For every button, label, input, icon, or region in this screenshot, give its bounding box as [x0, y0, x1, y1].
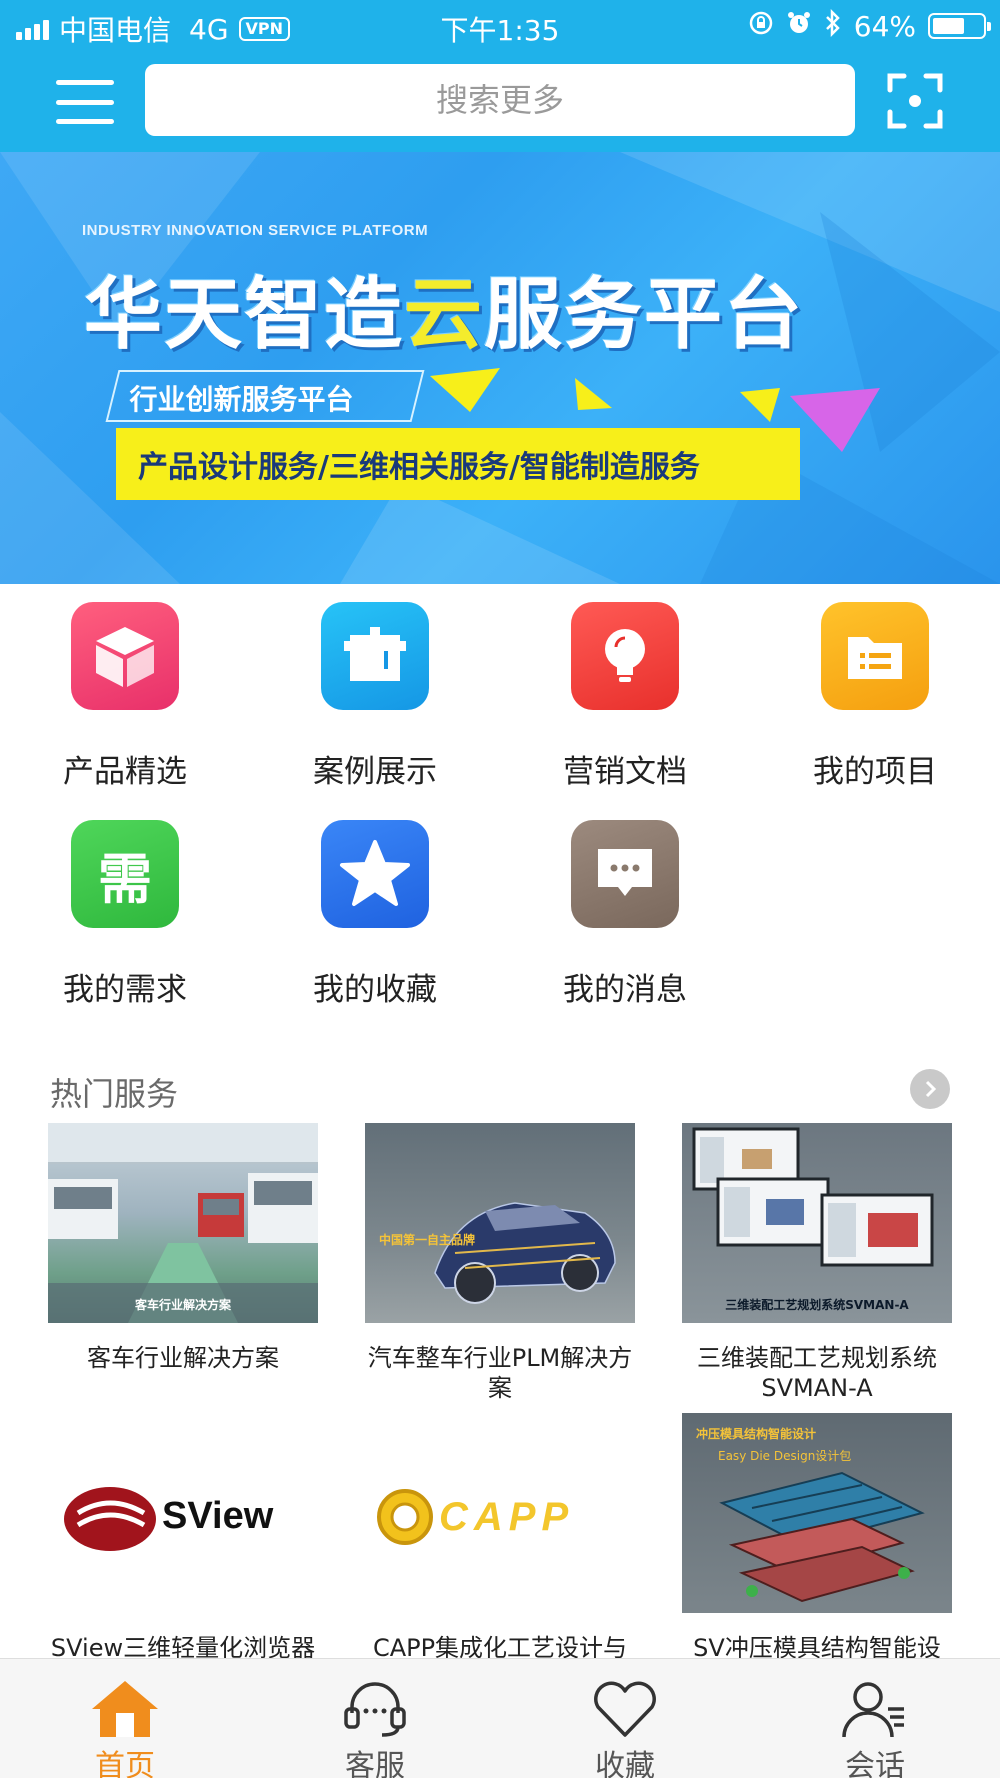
sview-logo: SView: [162, 1495, 274, 1537]
service-thumbnail: SView: [48, 1413, 318, 1613]
service-card[interactable]: SView SView三维轻量化浏览器: [48, 1413, 318, 1661]
tab-chat[interactable]: 会话: [750, 1659, 1000, 1778]
service-thumbnail: 客车行业解决方案: [48, 1123, 318, 1323]
hot-services-title: 热门服务: [50, 1075, 179, 1113]
menu-icon[interactable]: [56, 80, 114, 124]
rotation-lock-icon: [748, 10, 774, 42]
quick-item-label: 案例展示: [313, 754, 437, 790]
status-bar: 中国电信 4G VPN 下午1:35 64%: [0, 0, 1000, 52]
quick-item-label: 我的收藏: [313, 972, 437, 1008]
tab-label: 收藏: [595, 1749, 655, 1778]
alarm-icon: [786, 10, 812, 42]
bluetooth-icon: [824, 8, 842, 43]
quick-item-demands[interactable]: 需 我的需求: [0, 814, 250, 1014]
demand-icon: 需: [71, 820, 179, 928]
thumbnail-caption: 客车行业解决方案: [134, 1298, 231, 1312]
service-thumbnail: 冲压模具结构智能设计 Easy Die Design设计包: [682, 1413, 952, 1613]
tab-home[interactable]: 首页: [0, 1659, 250, 1778]
banner-subtitle: 行业创新服务平台: [105, 370, 425, 422]
promo-banner[interactable]: INDUSTRY INNOVATION SERVICE PLATFORM 华天智…: [0, 152, 1000, 584]
thumbnail-caption-2: Easy Die Design设计包: [718, 1449, 852, 1463]
quick-item-label: 我的需求: [63, 972, 187, 1008]
quick-item-label: 我的项目: [813, 754, 937, 790]
capp-logo: CAPP: [439, 1495, 575, 1539]
quick-item-label: 产品精选: [63, 754, 187, 790]
quick-item-cases[interactable]: 案例展示: [250, 596, 500, 796]
cube-icon: [71, 602, 179, 710]
lightbulb-icon: [571, 602, 679, 710]
thumbnail-caption: 中国第一自主品牌: [379, 1233, 476, 1247]
quick-item-docs[interactable]: 营销文档: [500, 596, 750, 796]
tab-label: 会话: [845, 1749, 905, 1778]
quick-item-messages[interactable]: 我的消息: [500, 814, 750, 1014]
star-icon: [321, 820, 429, 928]
battery-icon: [928, 13, 991, 39]
service-card[interactable]: CAPP CAPP集成化工艺设计与: [365, 1413, 635, 1663]
service-thumbnail: 三维装配工艺规划系统SVMAN-A: [682, 1123, 952, 1323]
headset-icon: [344, 1682, 406, 1737]
service-card-title: 汽车整车行业PLM解决方案: [367, 1344, 633, 1402]
quick-item-products[interactable]: 产品精选: [0, 596, 250, 796]
service-thumbnail: CAPP: [365, 1413, 635, 1613]
service-card-title: 客车行业解决方案: [87, 1344, 279, 1372]
service-card-title: 三维装配工艺规划系统SVMAN-A: [697, 1344, 937, 1402]
banner-title: 华天智造云服务平台: [84, 270, 805, 360]
battery-percent: 64%: [853, 9, 916, 43]
tab-label: 客服: [345, 1749, 405, 1778]
nav-bar: [0, 52, 1000, 152]
quick-item-projects[interactable]: 我的项目: [750, 596, 1000, 796]
user-chat-icon: [842, 1682, 904, 1738]
banner-services-strip: 产品设计服务/三维相关服务/智能制造服务: [116, 428, 800, 500]
home-icon: [92, 1681, 158, 1737]
thumbnail-caption: 三维装配工艺规划系统SVMAN-A: [725, 1298, 909, 1312]
heart-icon: [594, 1681, 656, 1737]
service-card[interactable]: 冲压模具结构智能设计 Easy Die Design设计包 SV冲压模具结构智能…: [682, 1413, 952, 1663]
quick-item-favorites[interactable]: 我的收藏: [250, 814, 500, 1014]
service-card[interactable]: 中国第一自主品牌 汽车整车行业PLM解决方案: [365, 1123, 635, 1403]
search-input[interactable]: [145, 64, 855, 136]
message-icon: [571, 820, 679, 928]
service-thumbnail: 中国第一自主品牌: [365, 1123, 635, 1323]
tab-service[interactable]: 客服: [250, 1659, 500, 1778]
top-bar: 中国电信 4G VPN 下午1:35 64%: [0, 0, 1000, 152]
quick-item-label: 我的消息: [563, 972, 687, 1008]
service-card[interactable]: 三维装配工艺规划系统SVMAN-A 三维装配工艺规划系统SVMAN-A: [682, 1123, 952, 1403]
banner-eyebrow: INDUSTRY INNOVATION SERVICE PLATFORM: [82, 222, 429, 239]
quick-item-label: 营销文档: [563, 754, 687, 790]
banner-background: [0, 152, 1000, 584]
service-card-title: SView三维轻量化浏览器: [50, 1634, 316, 1661]
case-icon: [321, 602, 429, 710]
folder-icon: [821, 602, 929, 710]
service-card[interactable]: 客车行业解决方案 客车行业解决方案: [48, 1123, 318, 1373]
bottom-tab-bar: 首页 客服 收藏 会话: [0, 1658, 1000, 1778]
tab-favorites[interactable]: 收藏: [500, 1659, 750, 1778]
tab-label: 首页: [95, 1749, 155, 1778]
chevron-right-icon[interactable]: [910, 1069, 950, 1109]
scan-icon[interactable]: [886, 72, 944, 130]
